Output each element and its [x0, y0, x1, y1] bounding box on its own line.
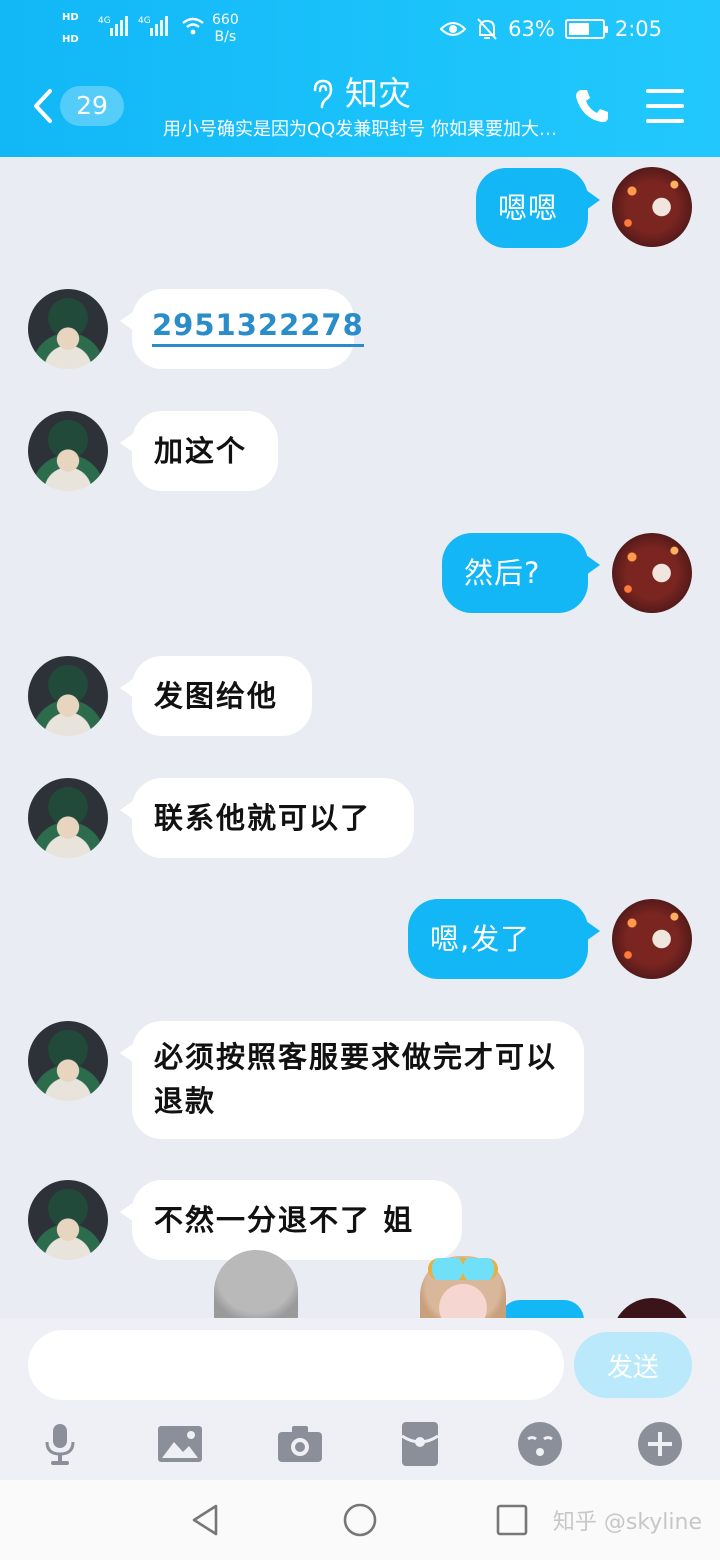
battery-percent: 63% — [508, 17, 555, 41]
message-text: 不然一分退不了 姐 — [154, 1203, 415, 1237]
input-bar: 发送 — [0, 1318, 720, 1480]
contact-avatar[interactable] — [28, 289, 108, 369]
message-bubble-outgoing[interactable]: 嗯,发了 — [408, 899, 600, 979]
signal-icon — [110, 12, 128, 36]
image-icon[interactable] — [156, 1420, 204, 1468]
contact-avatar[interactable] — [28, 656, 108, 736]
contact-avatar[interactable] — [28, 1180, 108, 1260]
message-text: 联系他就可以了 — [154, 801, 372, 835]
qq-number-link[interactable]: 2951322278 — [152, 308, 364, 347]
red-packet-icon[interactable] — [396, 1420, 444, 1468]
contact-avatar[interactable] — [28, 1021, 108, 1101]
unread-count-badge[interactable]: 29 — [60, 86, 124, 126]
message-text: 必须按照客服要求做完才可以退款 — [154, 1040, 558, 1118]
network-speed-unit: B/s — [214, 29, 237, 45]
recent-square-icon[interactable] — [494, 1502, 530, 1538]
message-bubble-incoming[interactable]: 2951322278 — [120, 289, 364, 369]
message-bubble-outgoing[interactable]: 嗯嗯 — [476, 168, 600, 248]
message-bubble-outgoing[interactable]: 然后? — [442, 533, 600, 613]
system-nav-bar: 知乎 @skyline — [0, 1480, 720, 1560]
back-arrow-icon[interactable] — [30, 88, 56, 124]
hd-label-2: HD — [62, 34, 79, 45]
message-text: 嗯嗯 — [498, 191, 559, 225]
my-avatar[interactable] — [612, 899, 692, 979]
watermark: 知乎 @skyline — [552, 1510, 702, 1535]
emoji-icon[interactable] — [516, 1420, 564, 1468]
input-toolbar — [0, 1416, 720, 1472]
send-button[interactable]: 发送 — [574, 1332, 692, 1398]
contact-signature: 用小号确实是因为QQ发兼职封号 你如果要加大… — [162, 119, 558, 140]
chat-title: 知灾 — [309, 72, 411, 116]
plus-icon[interactable] — [636, 1420, 684, 1468]
my-avatar[interactable] — [612, 533, 692, 613]
eye-comfort-icon — [440, 22, 467, 36]
clock: 2:05 — [614, 17, 662, 41]
hd-label-1: HD — [62, 12, 79, 23]
network-label-1: 4G — [98, 16, 111, 26]
camera-icon[interactable] — [276, 1420, 324, 1468]
message-text: 加这个 — [154, 434, 248, 468]
home-circle-icon[interactable] — [342, 1502, 378, 1538]
phone-call-icon[interactable] — [572, 86, 612, 126]
message-text: 然后? — [464, 556, 541, 590]
header-bar: HD HD 4G 4G 660 B/s 63% 2:05 29 知灾 用小号确实… — [0, 0, 720, 157]
network-speed: 660 B/s — [212, 12, 239, 46]
contact-name: 知灾 — [345, 74, 411, 113]
back-triangle-icon[interactable] — [188, 1502, 224, 1538]
message-bubble-incoming[interactable]: 加这个 — [120, 411, 278, 491]
message-bubble-incoming[interactable]: 不然一分退不了 姐 — [120, 1180, 462, 1260]
contact-avatar[interactable] — [28, 411, 108, 491]
message-text: 发图给他 — [154, 679, 279, 713]
chat-title-area[interactable]: 知灾 用小号确实是因为QQ发兼职封号 你如果要加大… — [130, 72, 590, 142]
network-label-2: 4G — [138, 16, 151, 26]
message-bubble-incoming[interactable]: 必须按照客服要求做完才可以退款 — [120, 1021, 584, 1139]
message-input[interactable] — [28, 1330, 564, 1400]
ear-icon — [313, 79, 333, 109]
status-bar-right: 63% 2:05 — [440, 14, 662, 44]
signal-icon — [150, 12, 168, 36]
wifi-icon — [182, 17, 204, 35]
sticker-goggles — [428, 1258, 498, 1280]
message-text: 嗯,发了 — [430, 922, 531, 956]
battery-icon — [564, 19, 608, 39]
my-avatar[interactable] — [612, 167, 692, 247]
message-bubble-incoming[interactable]: 发图给他 — [120, 656, 312, 736]
bell-muted-icon — [477, 18, 497, 40]
message-bubble-incoming[interactable]: 联系他就可以了 — [120, 778, 414, 858]
contact-avatar[interactable] — [28, 778, 108, 858]
microphone-icon[interactable] — [36, 1420, 84, 1468]
menu-icon[interactable] — [646, 89, 684, 123]
network-speed-value: 660 — [212, 12, 239, 28]
